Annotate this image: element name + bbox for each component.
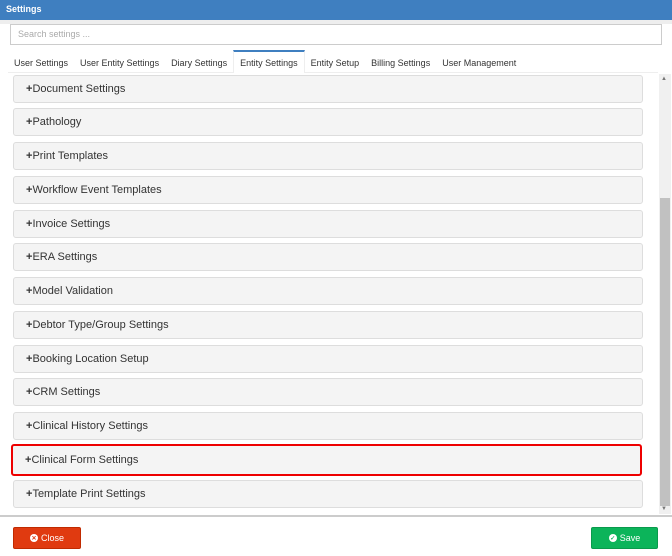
scrollbar-thumb[interactable]	[660, 198, 670, 506]
panel-label: Debtor Type/Group Settings	[32, 319, 169, 331]
footer-divider	[0, 515, 672, 517]
panel-label: CRM Settings	[32, 386, 101, 398]
panel-booking-location-setup[interactable]: +Booking Location Setup	[13, 345, 643, 373]
panel-label: ERA Settings	[32, 251, 98, 263]
search-input[interactable]: Search settings ...	[10, 24, 662, 45]
panel-clinical-history-settings[interactable]: +Clinical History Settings	[13, 412, 643, 440]
check-circle-icon: ✓	[608, 534, 617, 542]
panel-template-print-settings[interactable]: +Template Print Settings	[13, 480, 643, 508]
x-circle-icon: ✕	[29, 534, 38, 542]
window-title: Settings	[0, 0, 672, 20]
panel-debtor-type-group-settings[interactable]: +Debtor Type/Group Settings	[13, 311, 643, 339]
panel-label: Clinical Form Settings	[31, 454, 139, 466]
tab-user-entity-settings[interactable]: User Entity Settings	[74, 50, 165, 73]
panel-label: Document Settings	[32, 83, 126, 95]
close-button[interactable]: ✕ Close	[13, 527, 81, 549]
panel-document-settings[interactable]: +Document Settings	[13, 75, 643, 103]
panel-label: Print Templates	[32, 150, 109, 162]
tab-entity-setup[interactable]: Entity Setup	[305, 50, 366, 73]
panel-crm-settings[interactable]: +CRM Settings	[13, 378, 643, 406]
save-label: Save	[619, 533, 641, 543]
panel-print-templates[interactable]: +Print Templates	[13, 142, 643, 170]
tab-billing-settings[interactable]: Billing Settings	[365, 50, 436, 73]
panel-invoice-settings[interactable]: +Invoice Settings	[13, 210, 643, 238]
panel-clinical-form-settings[interactable]: +Clinical Form Settings	[11, 444, 642, 476]
panel-label: Clinical History Settings	[32, 420, 148, 432]
panel-label: Template Print Settings	[32, 488, 146, 500]
scroll-down-icon[interactable]: ▼	[661, 506, 667, 512]
panel-label: Model Validation	[32, 285, 113, 297]
tab-bar: User Settings User Entity Settings Diary S…	[8, 50, 658, 73]
tab-user-management[interactable]: User Management	[436, 50, 522, 73]
panel-label: Workflow Event Templates	[32, 184, 162, 196]
panel-model-validation[interactable]: +Model Validation	[13, 277, 643, 305]
panel-label: Booking Location Setup	[32, 353, 149, 365]
panel-workflow-event-templates[interactable]: +Workflow Event Templates	[13, 176, 643, 204]
tab-user-settings[interactable]: User Settings	[8, 50, 74, 73]
save-button[interactable]: ✓ Save	[591, 527, 658, 549]
panel-label: Pathology	[32, 116, 82, 128]
tab-entity-settings[interactable]: Entity Settings	[233, 50, 305, 73]
panel-era-settings[interactable]: +ERA Settings	[13, 243, 643, 271]
tab-diary-settings[interactable]: Diary Settings	[165, 50, 233, 73]
scroll-up-icon[interactable]: ▲	[661, 76, 667, 82]
close-label: Close	[40, 533, 64, 543]
panel-label: Invoice Settings	[32, 218, 111, 230]
panel-pathology[interactable]: +Pathology	[13, 108, 643, 136]
scrollbar[interactable]: ▲ ▼	[659, 74, 671, 514]
